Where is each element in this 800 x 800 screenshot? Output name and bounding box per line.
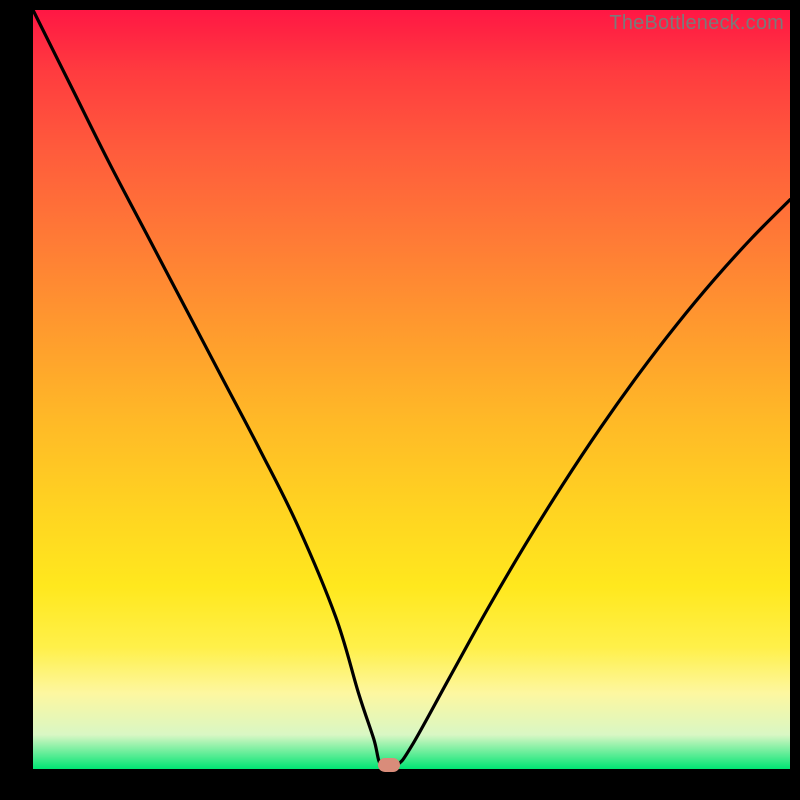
chart-frame: TheBottleneck.com	[0, 0, 800, 800]
bottleneck-curve	[33, 10, 790, 769]
watermark-text: TheBottleneck.com	[609, 12, 784, 35]
minimum-marker	[378, 758, 400, 772]
curve-path	[33, 10, 790, 768]
plot-area: TheBottleneck.com	[33, 10, 790, 769]
